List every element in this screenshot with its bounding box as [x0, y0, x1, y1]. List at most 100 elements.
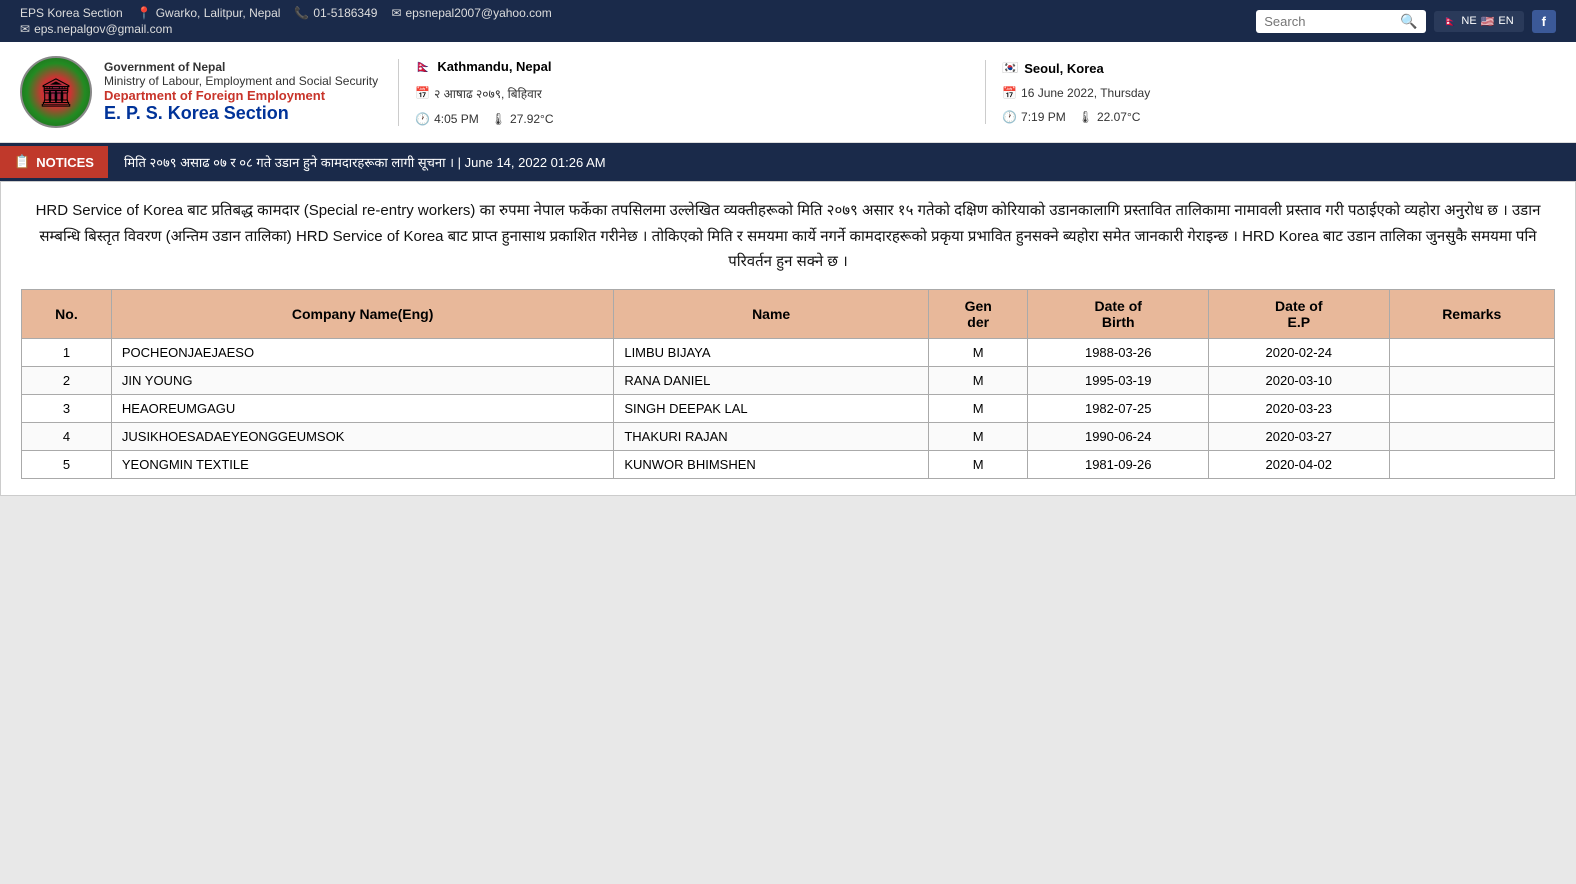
cell-remarks: [1389, 366, 1554, 394]
seoul-col: 🇰🇷 Seoul, Korea 📅 16 June 2022, Thursday…: [985, 60, 1556, 124]
phone-info: 📞 01-5186349: [294, 6, 377, 20]
seoul-date-row: 📅 16 June 2022, Thursday: [1002, 86, 1556, 100]
main-content: HRD Service of Korea बाट प्रतिबद्ध कामदा…: [0, 181, 1576, 496]
cell-name: LIMBU BIJAYA: [614, 338, 929, 366]
ktm-time: 🕐 4:05 PM: [415, 112, 479, 126]
cell-gender: M: [928, 366, 1028, 394]
thermo-icon-2: 🌡: [1078, 110, 1093, 124]
cell-dep: 2020-02-24: [1209, 338, 1390, 366]
col-no: No.: [22, 289, 112, 338]
cell-dep: 2020-03-23: [1209, 394, 1390, 422]
phone-icon: 📞: [294, 6, 309, 20]
cell-dob: 1982-07-25: [1028, 394, 1209, 422]
us-flag: 🇺🇸: [1481, 15, 1495, 28]
col-dep: Date ofE.P: [1209, 289, 1390, 338]
cell-no: 4: [22, 422, 112, 450]
col-dob: Date ofBirth: [1028, 289, 1209, 338]
notices-bar: 📋 NOTICES मिति २०७९ असाढ ०७ र ०८ गते उडा…: [0, 143, 1576, 181]
clock-icon-2: 🕐: [1002, 110, 1017, 124]
top-bar: EPS Korea Section 📍 Gwarko, Lalitpur, Ne…: [0, 0, 1576, 42]
location-info: 📍 Gwarko, Lalitpur, Nepal: [137, 6, 281, 20]
kathmandu-col: 🇳🇵 Kathmandu, Nepal 📅 २ आषाढ २०७९, बिहिव…: [398, 59, 969, 126]
eps-title: E. P. S. Korea Section: [104, 103, 378, 124]
cell-company: POCHEONJAEJAESO: [111, 338, 613, 366]
cell-no: 3: [22, 394, 112, 422]
search-box[interactable]: 🔍: [1256, 10, 1425, 33]
ktm-weather-row: 🕐 4:05 PM 🌡 27.92°C: [415, 112, 969, 126]
cell-company: JIN YOUNG: [111, 366, 613, 394]
cell-dep: 2020-04-02: [1209, 450, 1390, 478]
ktm-date-row: 📅 २ आषाढ २०७९, बिहिवार: [415, 85, 969, 102]
cell-remarks: [1389, 394, 1554, 422]
cell-no: 5: [22, 450, 112, 478]
header-logo: 🏛 Government of Nepal Ministry of Labour…: [20, 56, 378, 128]
section-label: EPS Korea Section: [20, 6, 123, 20]
cell-dep: 2020-03-27: [1209, 422, 1390, 450]
email1-info: ✉ epsnepal2007@yahoo.com: [391, 6, 551, 20]
cell-gender: M: [928, 338, 1028, 366]
seoul-temp: 🌡 22.07°C: [1078, 110, 1141, 124]
search-input[interactable]: [1264, 14, 1394, 29]
cell-remarks: [1389, 338, 1554, 366]
col-remarks: Remarks: [1389, 289, 1554, 338]
workers-table: No. Company Name(Eng) Name Gender Date o…: [21, 289, 1555, 479]
notice-body: HRD Service of Korea बाट प्रतिबद्ध कामदा…: [21, 198, 1555, 275]
cell-company: HEAOREUMGAGU: [111, 394, 613, 422]
cell-no: 1: [22, 338, 112, 366]
seoul-location: 🇰🇷 Seoul, Korea: [1002, 60, 1556, 76]
search-icon[interactable]: 🔍: [1400, 13, 1417, 30]
cell-gender: M: [928, 450, 1028, 478]
ktm-temp: 🌡 27.92°C: [491, 112, 554, 126]
nepal-flag: 🇳🇵: [1444, 15, 1458, 28]
calendar-icon: 📅: [415, 86, 430, 100]
table-row: 1 POCHEONJAEJAESO LIMBU BIJAYA M 1988-03…: [22, 338, 1555, 366]
clock-icon: 🕐: [415, 112, 430, 126]
table-row: 2 JIN YOUNG RANA DANIEL M 1995-03-19 202…: [22, 366, 1555, 394]
seoul-weather-row: 🕐 7:19 PM 🌡 22.07°C: [1002, 110, 1556, 124]
table-row: 4 JUSIKHOESADAEYEONGGEUMSOK THAKURI RAJA…: [22, 422, 1555, 450]
table-row: 3 HEAOREUMGAGU SINGH DEEPAK LAL M 1982-0…: [22, 394, 1555, 422]
cell-remarks: [1389, 450, 1554, 478]
header-info: 🇳🇵 Kathmandu, Nepal 📅 २ आषाढ २०७९, बिहिव…: [398, 56, 1556, 128]
cell-no: 2: [22, 366, 112, 394]
col-company: Company Name(Eng): [111, 289, 613, 338]
email2-info: ✉ eps.nepalgov@gmail.com: [20, 22, 172, 36]
dept-name: Department of Foreign Employment: [104, 88, 378, 103]
korea-flag-header: 🇰🇷: [1002, 60, 1018, 76]
lang-en-label[interactable]: EN: [1498, 15, 1513, 27]
email-icon: ✉: [391, 6, 401, 20]
cell-gender: M: [928, 394, 1028, 422]
seoul-date: 📅 16 June 2022, Thursday: [1002, 86, 1150, 100]
cell-dep: 2020-03-10: [1209, 366, 1390, 394]
notices-text: मिति २०७९ असाढ ०७ र ०८ गते उडान हुने काम…: [108, 145, 1576, 179]
facebook-button[interactable]: f: [1532, 10, 1556, 33]
ministry-name: Ministry of Labour, Employment and Socia…: [104, 74, 378, 88]
cell-dob: 1981-09-26: [1028, 450, 1209, 478]
cell-dob: 1988-03-26: [1028, 338, 1209, 366]
notices-icon: 📋: [14, 154, 30, 170]
cell-name: SINGH DEEPAK LAL: [614, 394, 929, 422]
cell-name: KUNWOR BHIMSHEN: [614, 450, 929, 478]
language-switcher[interactable]: 🇳🇵 NE 🇺🇸 EN: [1434, 11, 1524, 32]
cell-name: THAKURI RAJAN: [614, 422, 929, 450]
govt-name: Government of Nepal: [104, 60, 378, 74]
ktm-date: 📅 २ आषाढ २०७९, बिहिवार: [415, 85, 542, 102]
govt-logo: 🏛: [20, 56, 92, 128]
contact-info: EPS Korea Section 📍 Gwarko, Lalitpur, Ne…: [20, 6, 552, 36]
location-icon: 📍: [137, 6, 152, 20]
email2-icon: ✉: [20, 22, 30, 36]
cell-company: YEONGMIN TEXTILE: [111, 450, 613, 478]
header-area: 🏛 Government of Nepal Ministry of Labour…: [0, 42, 1576, 143]
seoul-time: 🕐 7:19 PM: [1002, 110, 1066, 124]
cell-gender: M: [928, 422, 1028, 450]
cell-dob: 1990-06-24: [1028, 422, 1209, 450]
table-header-row: No. Company Name(Eng) Name Gender Date o…: [22, 289, 1555, 338]
cell-dob: 1995-03-19: [1028, 366, 1209, 394]
table-row: 5 YEONGMIN TEXTILE KUNWOR BHIMSHEN M 198…: [22, 450, 1555, 478]
notices-label: 📋 NOTICES: [0, 146, 108, 178]
cell-company: JUSIKHOESADAEYEONGGEUMSOK: [111, 422, 613, 450]
lang-ne-label[interactable]: NE: [1461, 15, 1476, 27]
nepal-flag-header: 🇳🇵: [415, 59, 431, 75]
col-name: Name: [614, 289, 929, 338]
thermo-icon: 🌡: [491, 112, 506, 126]
